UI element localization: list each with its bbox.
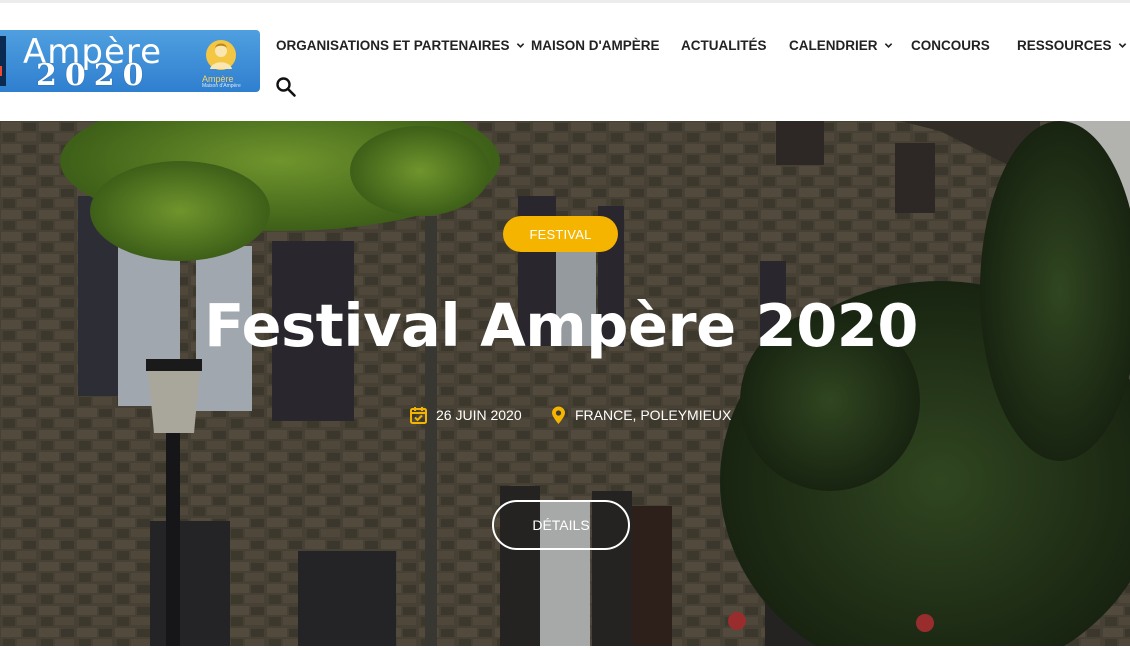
- site-header: Ampère 2020 Ampère Maison d'Ampère ORGAN…: [0, 3, 1130, 121]
- nav-item-actualites[interactable]: ACTUALITÉS: [681, 35, 767, 55]
- category-badge[interactable]: FESTIVAL: [503, 216, 618, 252]
- nav-item-maison[interactable]: MAISON D'AMPÈRE: [531, 35, 659, 55]
- logo-year: 2020: [36, 58, 152, 92]
- event-date: 26 JUIN 2020: [410, 404, 522, 426]
- hero-overlay: [0, 121, 1130, 646]
- search-icon[interactable]: [275, 76, 297, 98]
- logo-subcaption: Maison d'Ampère: [202, 83, 241, 89]
- nav-item-concours[interactable]: CONCOURS: [911, 35, 990, 55]
- event-location-text: FRANCE, POLEYMIEUX: [575, 407, 732, 423]
- hero-title: Festival Ampère 2020: [204, 291, 918, 360]
- chevron-down-icon: [516, 42, 524, 48]
- event-date-text: 26 JUIN 2020: [436, 407, 522, 423]
- nav-item-label: CALENDRIER: [789, 37, 878, 53]
- nav-item-label: RESSOURCES: [1017, 37, 1112, 53]
- chevron-down-icon: [884, 42, 892, 48]
- calendar-check-icon: [410, 407, 427, 424]
- nav-item-label: MAISON D'AMPÈRE: [531, 37, 660, 53]
- bottom-border: [0, 646, 1130, 650]
- hero-banner: FESTIVAL Festival Ampère 2020 26 JUIN 20…: [0, 121, 1130, 646]
- logo-side-strip: [0, 36, 6, 86]
- event-location: FRANCE, POLEYMIEUX: [551, 404, 731, 426]
- nav-item-label: ORGANISATIONS ET PARTENAIRES: [276, 37, 510, 53]
- map-pin-icon: [552, 406, 565, 424]
- nav-item-organisations[interactable]: ORGANISATIONS ET PARTENAIRES: [276, 35, 525, 55]
- nav-item-ressources[interactable]: RESSOURCES: [1017, 35, 1127, 55]
- nav-item-label: CONCOURS: [911, 37, 990, 53]
- ampere-portrait-icon: [206, 40, 236, 70]
- logo-side-mark: [0, 66, 2, 76]
- nav-item-calendrier[interactable]: CALENDRIER: [789, 35, 893, 55]
- details-button[interactable]: DÉTAILS: [492, 500, 630, 550]
- nav-item-label: ACTUALITÉS: [681, 37, 767, 53]
- site-logo[interactable]: Ampère 2020 Ampère Maison d'Ampère: [0, 30, 260, 92]
- chevron-down-icon: [1118, 42, 1126, 48]
